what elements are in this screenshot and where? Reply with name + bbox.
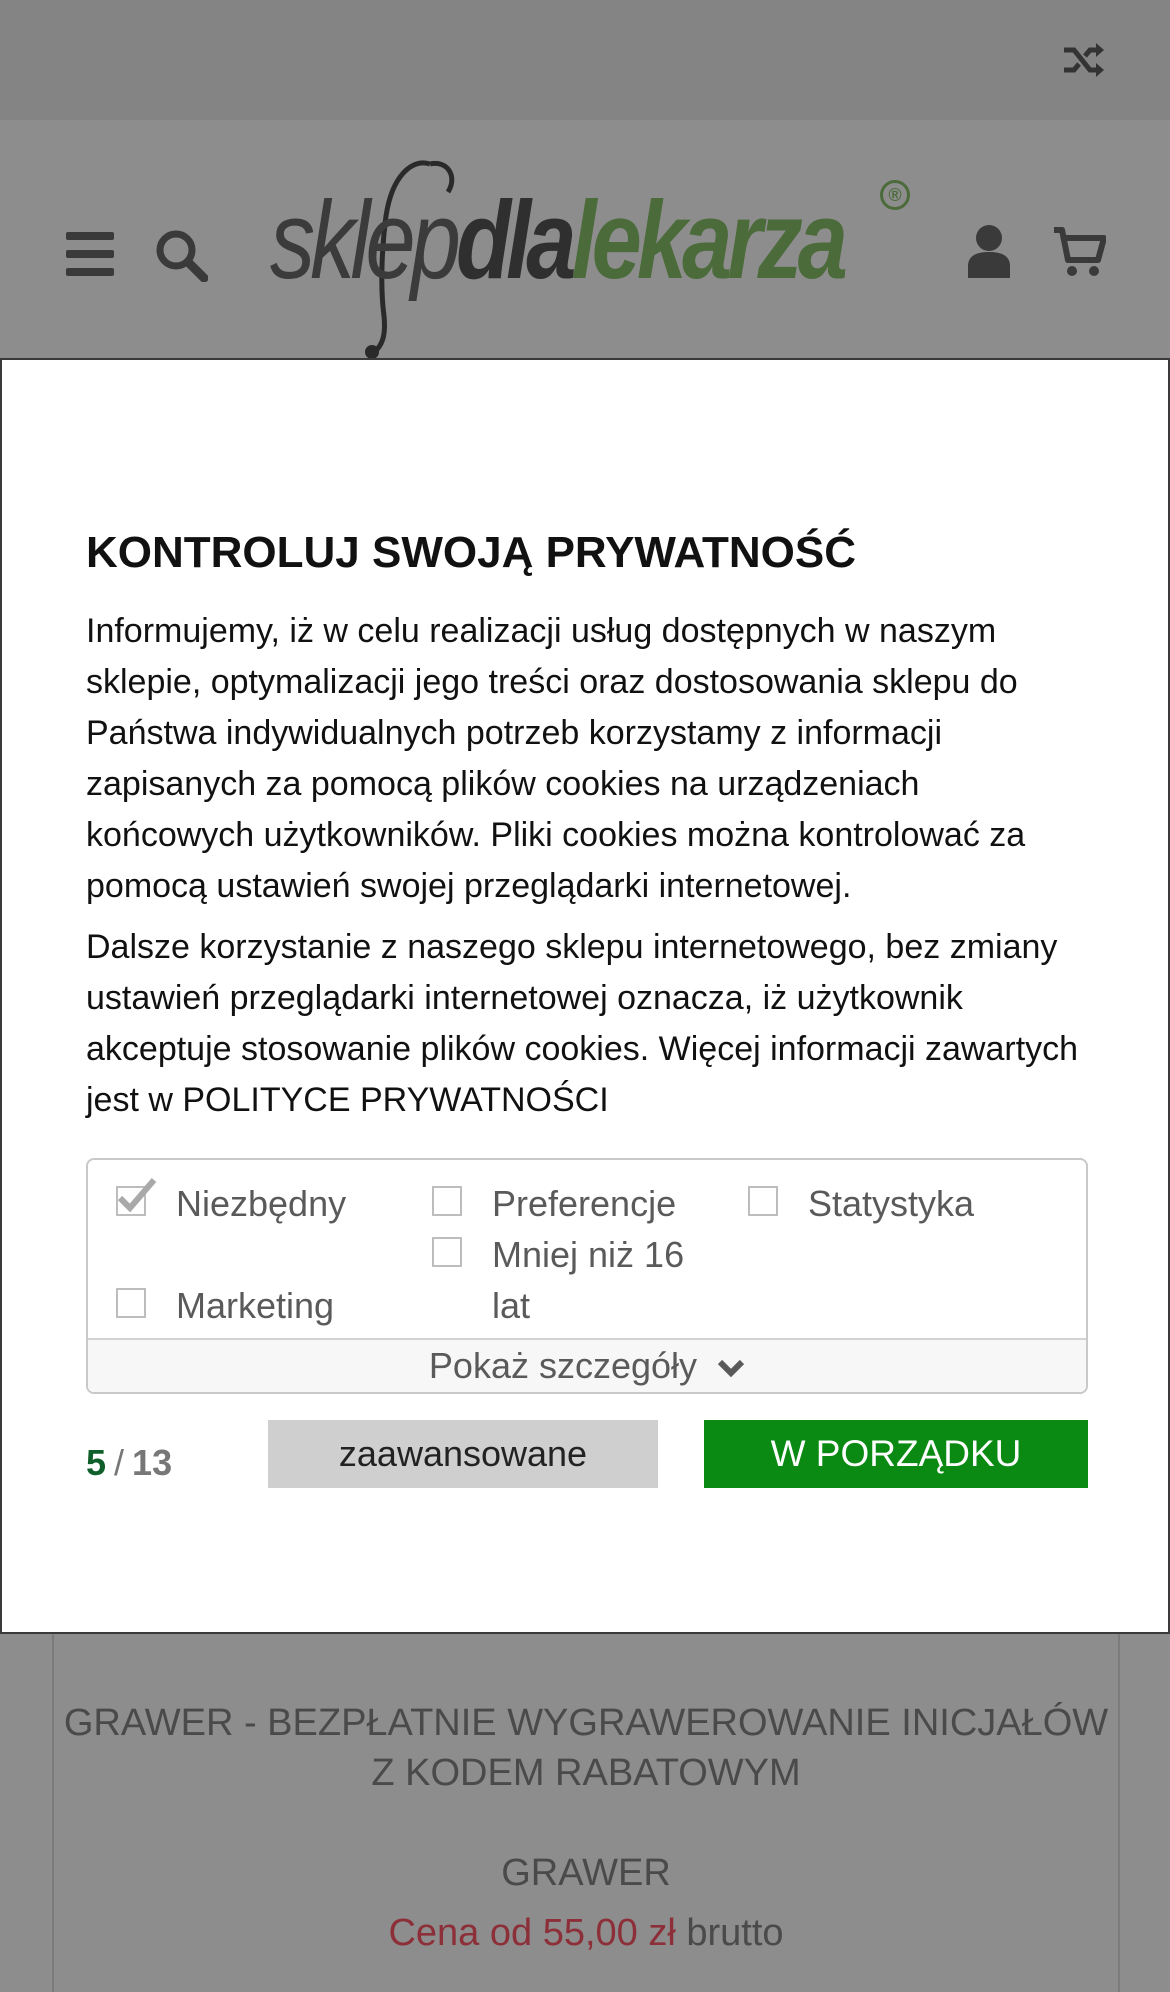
top-bar [0,0,1170,120]
label-necessary: Niezbędny [176,1183,347,1224]
consent-statistics[interactable]: Statystyka [748,1178,974,1229]
chevron-down-icon [717,1360,745,1378]
user-icon[interactable] [966,224,1012,278]
modal-paragraph-1: Informujemy, iż w celu realizacji usług … [86,612,1026,905]
price-amount: Cena od 55,00 zł [388,1912,676,1954]
registered-mark: ® [880,180,910,210]
consent-under-16[interactable]: Mniej niż 16 lat [432,1229,732,1331]
cookie-consent-modal: KONTROLUJ SWOJĄ PRYWATNOŚĆ Informujemy, … [0,358,1170,1634]
label-statistics: Statystyka [808,1183,975,1224]
logo-wordmark: sklepdlalekarza [270,179,848,302]
product-name[interactable]: GRAWER [54,1852,1118,1895]
consent-preferences[interactable]: Preferencje [432,1178,676,1229]
advanced-button[interactable]: zaawansowane [268,1420,658,1488]
site-logo[interactable]: sklepdlalekarza ® [266,150,916,360]
checkbox-necessary[interactable] [116,1178,157,1216]
modal-paragraph-2: Dalsze korzystanie z naszego sklepu inte… [86,928,1079,1119]
label-under-16: Mniej niż 16 lat [492,1234,685,1326]
show-details-toggle[interactable]: Pokaż szczegóły [88,1338,1086,1392]
checkbox-under-16[interactable] [432,1237,462,1267]
counter-separator: / [114,1442,125,1483]
modal-title: KONTROLUJ SWOJĄ PRYWATNOŚĆ [86,528,857,577]
product-card[interactable]: GRAWER - BEZPŁATNIE WYGRAWEROWANIE INICJ… [52,1632,1120,1992]
menu-icon[interactable] [66,232,114,276]
checkbox-preferences[interactable] [432,1186,462,1216]
consent-necessary[interactable]: Niezbędny [116,1178,346,1229]
consent-options-box: Niezbędny Preferencje Statystyka Mniej n… [86,1158,1088,1394]
counter-current: 5 [86,1442,107,1483]
checkbox-marketing[interactable] [116,1288,146,1318]
show-details-label: Pokaż szczegóły [428,1345,698,1386]
product-title[interactable]: GRAWER - BEZPŁATNIE WYGRAWEROWANIE INICJ… [54,1698,1118,1798]
search-icon[interactable] [154,228,208,282]
product-price: Cena od 55,00 zł brutto [54,1912,1118,1955]
label-preferences: Preferencje [492,1183,677,1224]
price-suffix: brutto [686,1912,784,1954]
counter-total: 13 [132,1442,173,1483]
label-marketing: Marketing [176,1285,335,1326]
cart-icon[interactable] [1054,226,1106,278]
slide-counter: 5/13 [86,1428,172,1498]
consent-marketing[interactable]: Marketing [116,1280,334,1331]
shuffle-icon[interactable] [1062,40,1106,80]
checkbox-statistics[interactable] [748,1186,778,1216]
accept-button[interactable]: W PORZĄDKU [704,1420,1088,1488]
checkmark-icon [117,1178,157,1213]
